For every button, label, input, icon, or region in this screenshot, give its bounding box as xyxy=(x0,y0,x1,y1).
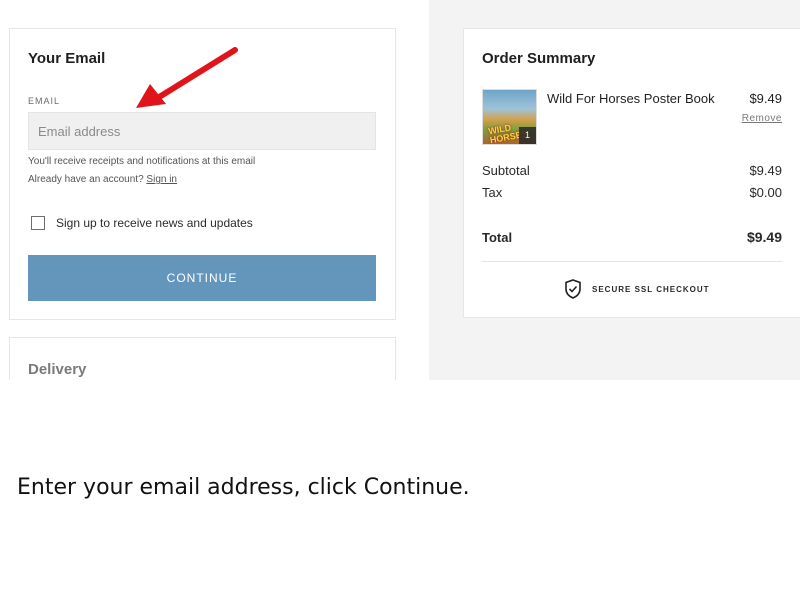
quantity-badge: 1 xyxy=(519,127,536,144)
newsletter-checkbox[interactable] xyxy=(31,216,45,230)
sign-in-link[interactable]: Sign in xyxy=(146,174,177,185)
tax-value: $0.00 xyxy=(749,185,782,200)
summary-divider xyxy=(482,261,782,262)
account-hint: Already have an account? Sign in xyxy=(28,174,177,185)
newsletter-label: Sign up to receive news and updates xyxy=(56,216,253,230)
order-summary: Order Summary WILD HORSES 1 Wild For Hor… xyxy=(463,28,800,318)
tax-label: Tax xyxy=(482,185,503,200)
shield-check-icon xyxy=(565,279,581,299)
continue-button[interactable]: CONTINUE xyxy=(28,255,376,301)
product-price: $9.49 xyxy=(749,91,782,106)
total-label: Total xyxy=(482,230,513,245)
order-summary-title: Order Summary xyxy=(482,50,596,67)
product-name: Wild For Horses Poster Book xyxy=(547,91,715,106)
delivery-section-title: Delivery xyxy=(28,361,87,378)
remove-item-link[interactable]: Remove xyxy=(742,113,782,124)
secure-checkout-label: SECURE SSL CHECKOUT xyxy=(592,284,710,294)
total-value: $9.49 xyxy=(746,229,782,245)
email-section-title: Your Email xyxy=(28,50,106,67)
instruction-caption: Enter your email address, click Continue… xyxy=(17,475,470,500)
secure-checkout-badge: SECURE SSL CHECKOUT xyxy=(564,279,710,299)
subtotal-label: Subtotal xyxy=(482,163,530,178)
email-input[interactable] xyxy=(28,112,376,150)
receipts-hint: You'll receive receipts and notification… xyxy=(28,156,256,167)
subtotal-value: $9.49 xyxy=(749,163,782,178)
email-field-label: EMAIL xyxy=(28,96,61,106)
red-arrow-icon xyxy=(136,47,238,108)
delivery-section: Delivery xyxy=(9,337,396,380)
account-hint-text: Already have an account? xyxy=(28,174,144,185)
product-thumbnail: WILD HORSES 1 xyxy=(482,89,537,145)
checkout-screenshot: Your Email EMAIL You'll receive receipts… xyxy=(0,0,800,380)
